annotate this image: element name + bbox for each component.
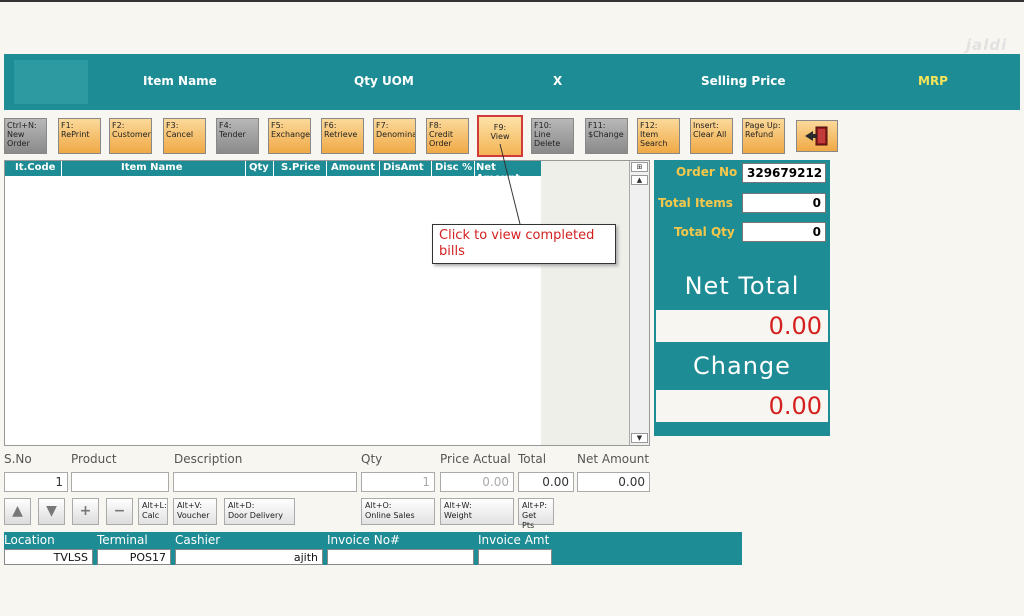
terminal-value: POS17 bbox=[97, 549, 171, 565]
product-input[interactable] bbox=[71, 472, 169, 492]
view-tooltip-callout: Click to view completed bills bbox=[432, 224, 616, 264]
total-items-label: Total Items bbox=[658, 196, 733, 210]
store-logo bbox=[14, 60, 88, 104]
net-amount-field: 0.00 bbox=[577, 472, 650, 492]
col-disamt: DisAmt bbox=[383, 162, 424, 173]
order-no-label: Order No bbox=[676, 165, 738, 179]
order-no-value: 329679212 bbox=[742, 163, 826, 183]
change-value: 0.00 bbox=[656, 390, 828, 422]
total-items-value: 0 bbox=[742, 193, 826, 213]
product-label: Product bbox=[71, 452, 117, 466]
scroll-up-icon[interactable]: ▲ bbox=[631, 175, 648, 185]
qty-label: Qty bbox=[361, 452, 383, 466]
exit-door-icon bbox=[805, 126, 828, 146]
fkey-clear-all[interactable]: Insert: Clear All bbox=[690, 118, 733, 154]
col-item-name: Item Name bbox=[121, 162, 183, 173]
fkey-item-search[interactable]: F12: Item Search bbox=[637, 118, 680, 154]
move-down-button[interactable]: ▼ bbox=[38, 498, 65, 525]
weight-button[interactable]: Alt+W: Weight bbox=[440, 498, 514, 525]
remove-row-button[interactable]: − bbox=[106, 498, 133, 525]
move-up-button[interactable]: ▲ bbox=[4, 498, 31, 525]
total-qty-value: 0 bbox=[742, 222, 826, 242]
sno-label: S.No bbox=[4, 452, 32, 466]
change-label: Change bbox=[693, 352, 791, 380]
invoice-no-value bbox=[327, 549, 474, 565]
net-total-label: Net Total bbox=[684, 272, 800, 300]
exit-button[interactable] bbox=[796, 120, 838, 152]
header-qty-uom: Qty UOM bbox=[354, 74, 414, 88]
arrow-up-icon: ▲ bbox=[12, 503, 23, 519]
grid-options-icon[interactable]: ⊞ bbox=[631, 162, 648, 172]
sno-field[interactable]: 1 bbox=[4, 472, 68, 492]
total-qty-label: Total Qty bbox=[674, 225, 735, 239]
door-delivery-button[interactable]: Alt+D: Door Delivery bbox=[224, 498, 295, 525]
invoice-amt-value bbox=[478, 549, 552, 565]
invoice-no-label: Invoice No# bbox=[327, 533, 401, 547]
description-field[interactable] bbox=[173, 472, 357, 492]
invoice-amt-label: Invoice Amt bbox=[478, 533, 550, 547]
scroll-down-icon[interactable]: ▼ bbox=[631, 433, 648, 443]
col-disc-percent: Disc % bbox=[435, 162, 473, 173]
net-amount-label: Net Amount bbox=[577, 452, 650, 466]
grid-scrollbar[interactable]: ⊞ ▲ ▼ bbox=[629, 161, 649, 445]
fkey-customer[interactable]: F2: Customer bbox=[109, 118, 152, 154]
fkey-retrieve[interactable]: F6: Retrieve bbox=[321, 118, 364, 154]
col-item-code: It.Code bbox=[15, 162, 56, 173]
net-total-value: 0.00 bbox=[656, 310, 828, 342]
header-x: X bbox=[553, 74, 563, 88]
grid-empty-area bbox=[541, 161, 629, 445]
get-points-button[interactable]: Alt+P: Get Pts bbox=[518, 498, 554, 530]
terminal-label: Terminal bbox=[97, 533, 148, 547]
header-item-name: Item Name bbox=[143, 74, 217, 88]
header-mrp: MRP bbox=[918, 74, 948, 88]
minus-icon: − bbox=[113, 503, 126, 519]
status-bar: Location Terminal Cashier Invoice No# In… bbox=[4, 532, 742, 565]
fkey-denomination[interactable]: F7: Denomina bbox=[373, 118, 416, 154]
fkey-reprint[interactable]: F1: RePrint bbox=[58, 118, 101, 154]
total-field: 0.00 bbox=[518, 472, 574, 492]
fkey-change[interactable]: F11: $Change bbox=[585, 118, 628, 154]
col-qty: Qty bbox=[249, 162, 269, 173]
fkey-credit-order[interactable]: F8: Credit Order bbox=[426, 118, 469, 154]
location-label: Location bbox=[4, 533, 55, 547]
fkey-new-order[interactable]: Ctrl+N: New Order bbox=[4, 118, 47, 154]
watermark-logo: jaldi bbox=[966, 36, 1008, 54]
fkey-refund[interactable]: Page Up: Refund bbox=[742, 118, 785, 154]
col-sprice: S.Price bbox=[281, 162, 321, 173]
voucher-button[interactable]: Alt+V: Voucher bbox=[173, 498, 217, 525]
fkey-cancel[interactable]: F3: Cancel bbox=[163, 118, 206, 154]
fkey-tender[interactable]: F4: Tender bbox=[216, 118, 259, 154]
items-grid[interactable]: It.Code Item Name Qty S.Price Amount Dis… bbox=[4, 160, 650, 446]
cashier-label: Cashier bbox=[175, 533, 221, 547]
description-label: Description bbox=[174, 452, 243, 466]
header-selling-price: Selling Price bbox=[701, 74, 786, 88]
online-sales-button[interactable]: Alt+O: Online Sales bbox=[361, 498, 435, 525]
col-amount: Amount bbox=[331, 162, 376, 173]
fkey-exchange[interactable]: F5: Exchange bbox=[268, 118, 311, 154]
total-label: Total bbox=[518, 452, 547, 466]
price-actual-field[interactable]: 0.00 bbox=[440, 472, 514, 492]
cashier-value: ajith bbox=[175, 549, 323, 565]
item-header-bar: Item Name Qty UOM X Selling Price MRP bbox=[4, 54, 1020, 110]
grid-header: It.Code Item Name Qty S.Price Amount Dis… bbox=[5, 161, 541, 184]
add-row-button[interactable]: + bbox=[72, 498, 99, 525]
callout-pointer bbox=[499, 143, 521, 225]
arrow-down-icon: ▼ bbox=[46, 503, 57, 519]
calc-button[interactable]: Alt+L: Calc bbox=[138, 498, 168, 525]
location-value: TVLSS bbox=[4, 549, 93, 565]
price-actual-label: Price Actual bbox=[440, 452, 511, 466]
order-summary-panel: Order No 329679212 Total Items 0 Total Q… bbox=[654, 160, 830, 436]
qty-input[interactable]: 1 bbox=[361, 472, 435, 492]
plus-icon: + bbox=[79, 503, 92, 519]
